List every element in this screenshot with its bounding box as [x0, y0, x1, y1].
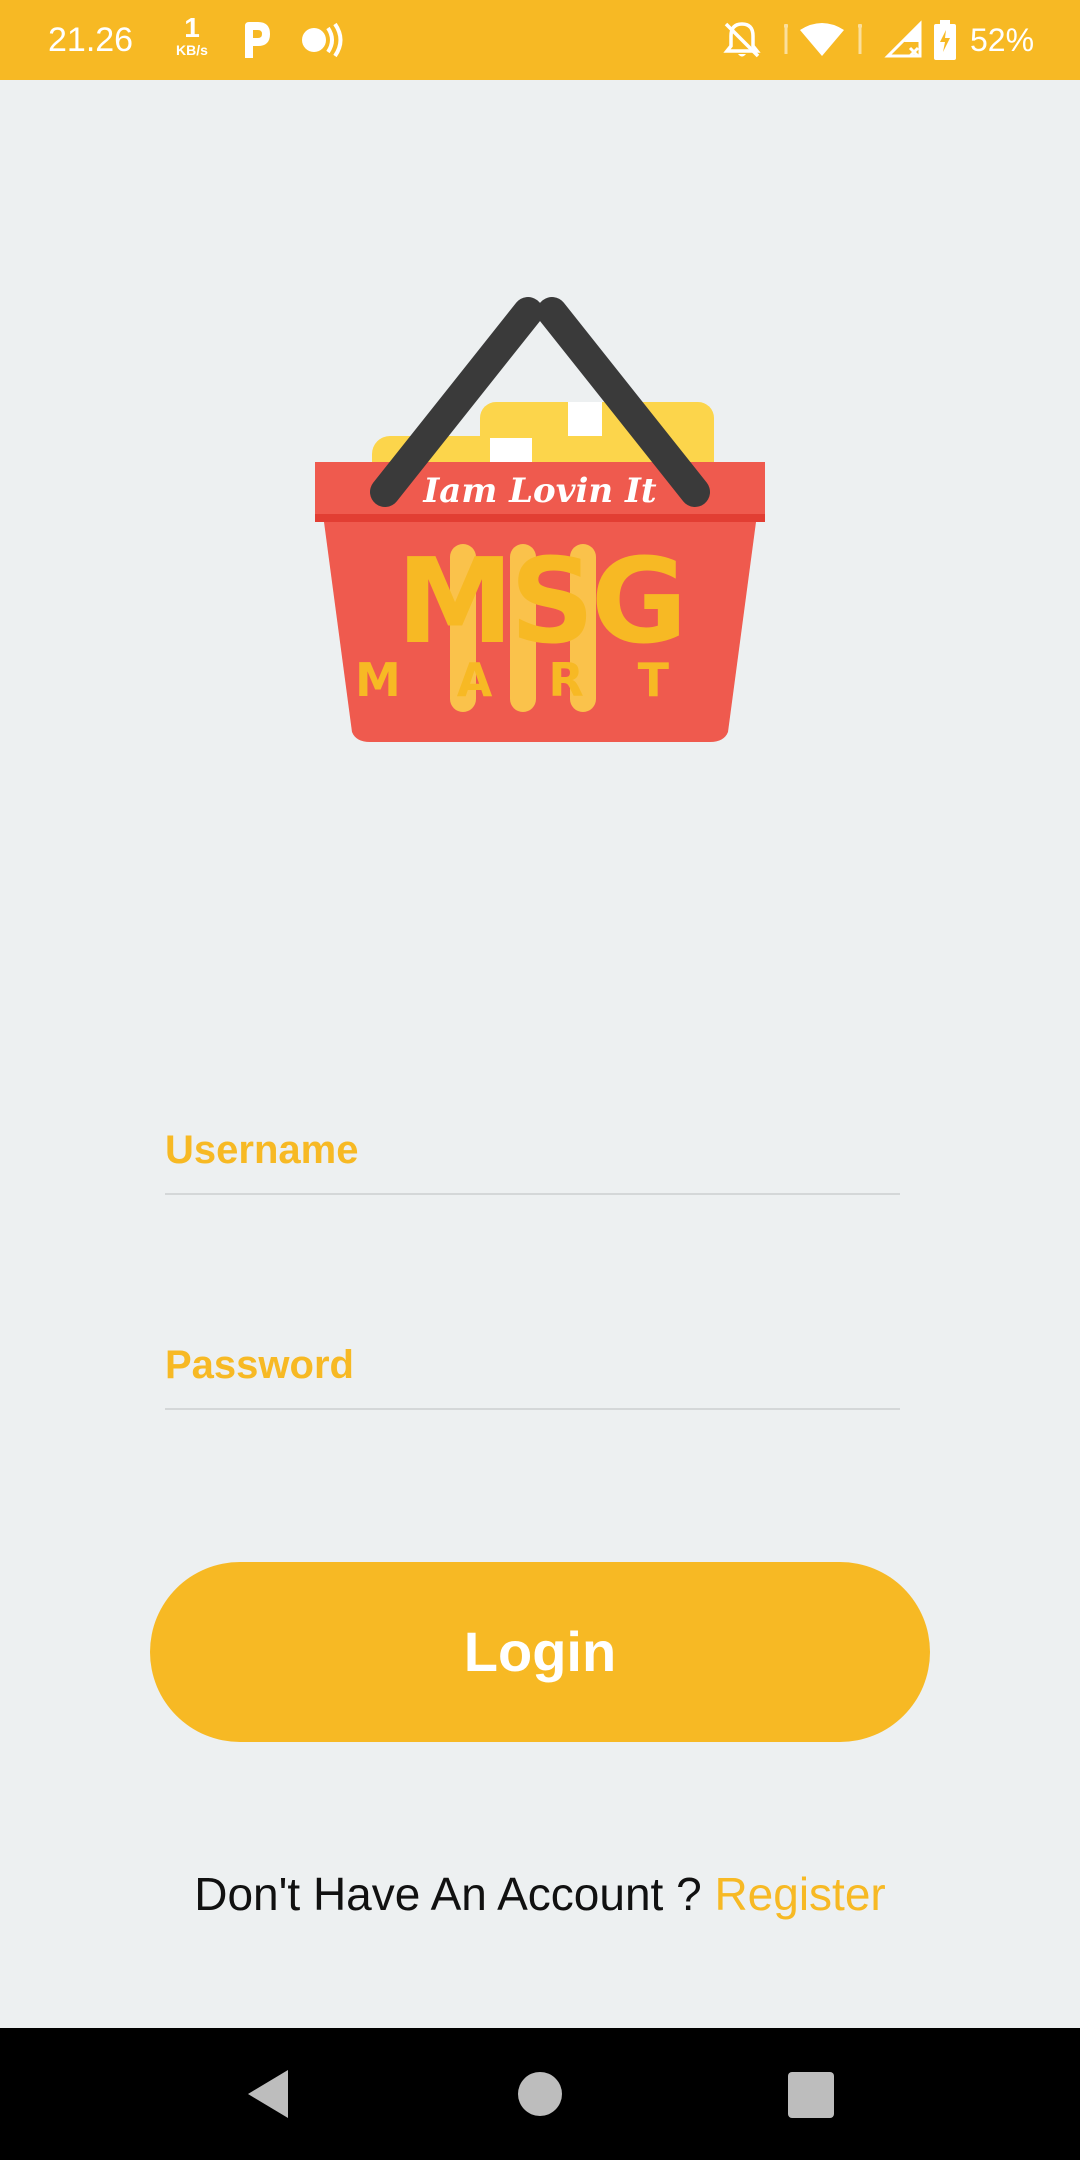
network-speed: 1 KB/s [166, 12, 218, 58]
password-input[interactable] [165, 1320, 904, 1410]
back-icon[interactable] [240, 2064, 300, 2124]
mute-icon [723, 22, 761, 58]
username-input[interactable] [165, 1105, 904, 1195]
register-row: Don't Have An Account ? Register [0, 1864, 1080, 1924]
logo-brand: MSG [396, 532, 683, 670]
wifi-icon [784, 23, 862, 56]
msg-mart-logo: Iam Lovin It MSG MART [315, 297, 765, 742]
logo-tagline: Iam Lovin It [422, 471, 656, 511]
recents-icon[interactable] [780, 2064, 840, 2124]
network-speed-value: 1 [184, 12, 200, 43]
status-bar: 21.26 1 KB/s 52% [0, 0, 1080, 80]
logo-sub: MART [355, 653, 725, 707]
battery-icon [934, 20, 956, 60]
home-icon[interactable] [510, 2064, 570, 2124]
register-link[interactable]: Register [714, 1868, 885, 1920]
navigation-bar [0, 2028, 1080, 2160]
username-field[interactable]: Username [165, 1105, 904, 1195]
login-button[interactable]: Login [150, 1562, 930, 1742]
network-speed-unit: KB/s [176, 42, 208, 58]
signal-icon [884, 20, 922, 58]
register-prompt: Don't Have An Account ? [194, 1868, 715, 1920]
parking-app-icon [245, 22, 270, 58]
nfc-icon [302, 22, 343, 58]
password-field[interactable]: Password [165, 1320, 904, 1410]
battery-percentage: 52% [970, 22, 1035, 58]
status-time: 21.26 [48, 21, 134, 59]
